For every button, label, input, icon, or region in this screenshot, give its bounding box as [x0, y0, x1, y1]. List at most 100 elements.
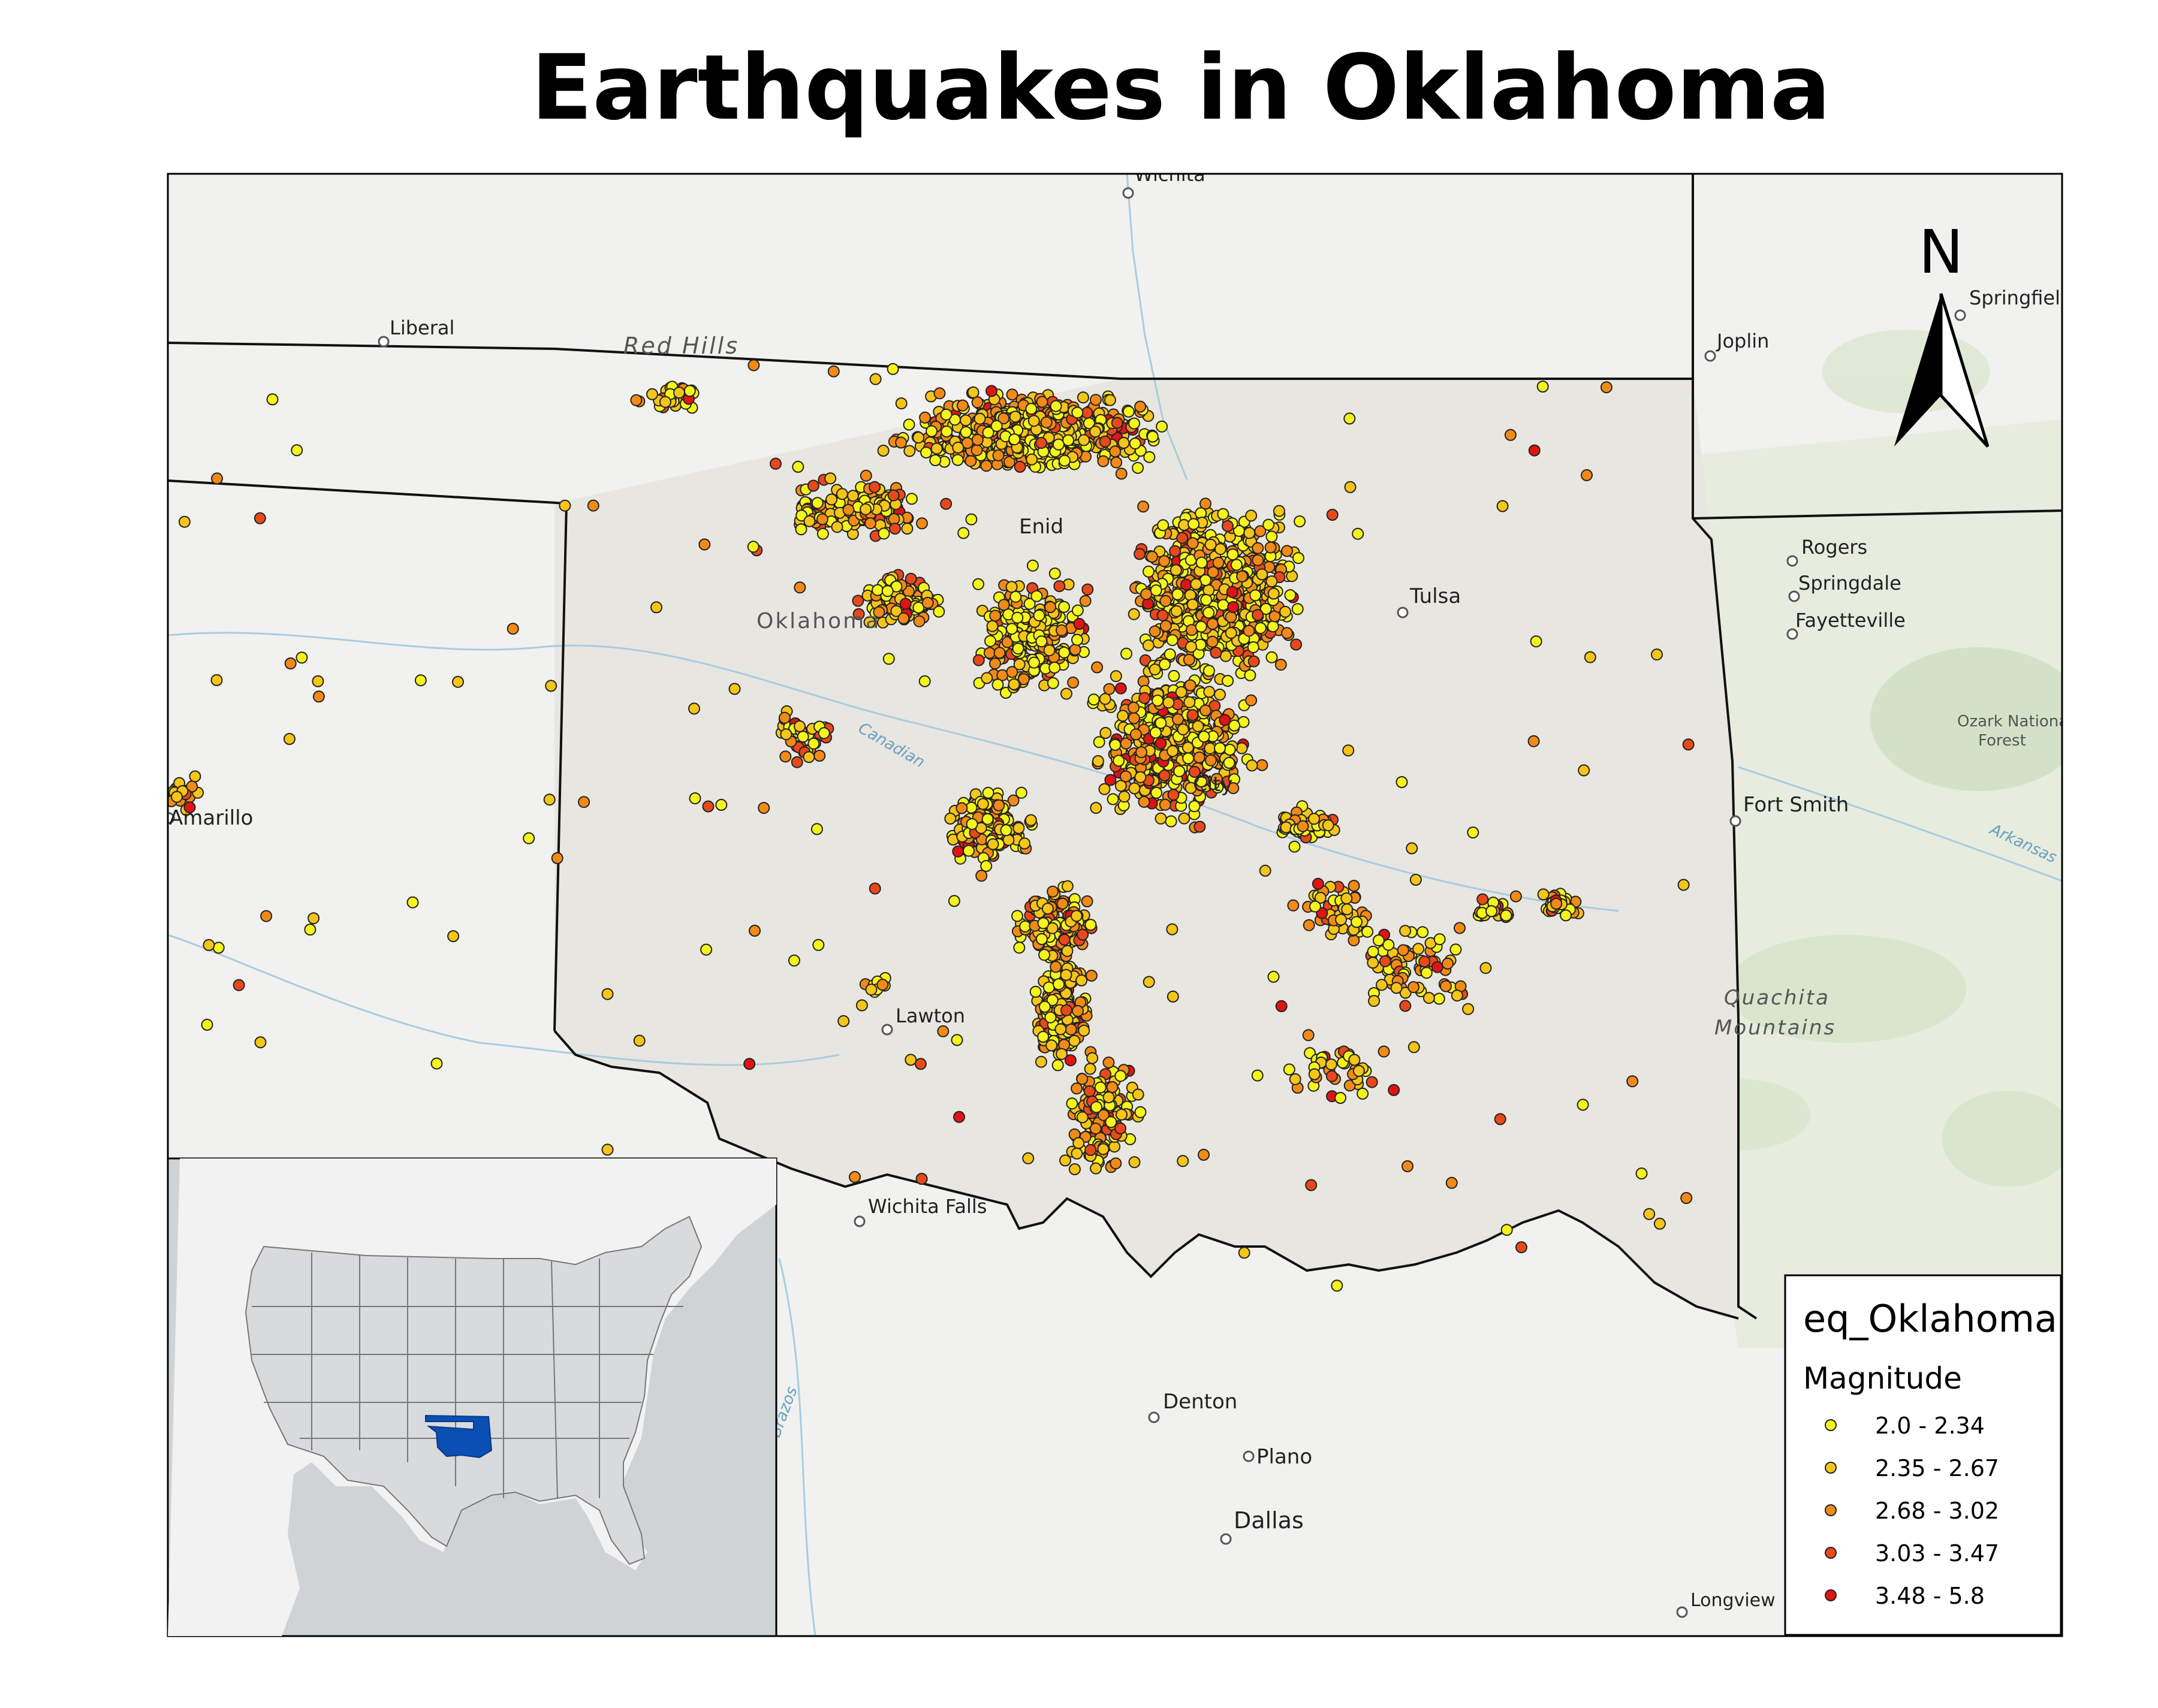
- earthquake-point: [1222, 520, 1234, 532]
- earthquake-point: [254, 512, 266, 524]
- earthquake-point: [842, 503, 855, 516]
- earthquake-point: [860, 469, 872, 482]
- earthquake-point: [930, 442, 943, 455]
- earthquake-point: [1008, 678, 1020, 690]
- earthquake-point: [869, 481, 881, 493]
- earthquake-point: [1550, 898, 1563, 910]
- earthquake-point: [953, 1110, 965, 1123]
- earthquake-point: [1210, 647, 1222, 659]
- earthquake-point: [1053, 580, 1066, 593]
- earthquake-point: [1043, 644, 1056, 657]
- map-figure: Wichita Liberal Red Hills Joplin Springf…: [167, 173, 2072, 1637]
- earthquake-point: [1168, 669, 1180, 682]
- earthquake-point: [1530, 635, 1542, 648]
- earthquake-point: [1098, 783, 1111, 795]
- earthquake-point: [869, 373, 882, 385]
- earthquake-point: [1677, 879, 1690, 891]
- earthquake-point: [210, 674, 223, 686]
- earthquake-point: [1172, 713, 1184, 726]
- earthquake-point: [976, 798, 989, 810]
- earthquake-point: [1245, 694, 1258, 707]
- earthquake-point: [1175, 686, 1187, 698]
- earthquake-point: [1476, 893, 1489, 906]
- earthquake-point: [1113, 755, 1125, 767]
- earthquake-point: [1129, 728, 1142, 741]
- earthquake-point: [1103, 683, 1116, 695]
- earthquake-point: [1183, 696, 1196, 708]
- earthquake-point: [960, 414, 972, 427]
- earthquake-point: [918, 675, 931, 687]
- earthquake-point: [952, 845, 965, 858]
- earthquake-point: [921, 596, 934, 609]
- earthquake-point: [1682, 738, 1695, 751]
- earthquake-point: [1402, 1160, 1413, 1172]
- earthquake-point: [1202, 606, 1215, 619]
- earthquake-point: [1114, 682, 1127, 695]
- earthquake-point: [1399, 925, 1412, 937]
- earthquake-point: [1223, 744, 1236, 756]
- earthquake-point: [1348, 1054, 1361, 1066]
- earthquake-point: [1035, 1055, 1047, 1068]
- earthquake-point: [1149, 663, 1161, 676]
- earthquake-point: [1204, 742, 1216, 755]
- label-liberal: Liberal: [390, 316, 454, 339]
- earthquake-point: [1035, 933, 1048, 945]
- earthquake-point: [882, 653, 895, 665]
- earthquake-point: [956, 802, 968, 814]
- earthquake-point: [1012, 822, 1025, 834]
- earthquake-point: [1078, 434, 1090, 446]
- earthquake-point: [905, 1054, 917, 1066]
- earthquake-point: [1059, 454, 1071, 467]
- earthquake-point: [1044, 601, 1057, 613]
- earthquake-point: [827, 365, 840, 378]
- earthquake-point: [981, 813, 994, 825]
- earthquake-point: [897, 612, 910, 624]
- earthquake-point: [312, 690, 325, 703]
- earthquake-point: [1537, 888, 1550, 901]
- earthquake-point: [1326, 509, 1339, 521]
- earthquake-point: [1351, 916, 1363, 928]
- label-red-hills: Red Hills: [623, 333, 739, 359]
- earthquake-point: [1071, 604, 1084, 617]
- label-longview: Longview: [1690, 1590, 1776, 1611]
- earthquake-point: [1058, 934, 1071, 946]
- earthquake-point: [587, 499, 599, 512]
- earthquake-point: [1274, 659, 1287, 671]
- earthquake-point: [1097, 1143, 1110, 1155]
- earthquake-point: [1071, 633, 1083, 646]
- earthquake-point: [1171, 588, 1184, 600]
- earthquake-point: [1219, 650, 1232, 662]
- earthquake-point: [1275, 1000, 1288, 1012]
- earthquake-point: [1214, 689, 1226, 701]
- label-springfield: Springfield: [1969, 286, 2072, 309]
- earthquake-point: [689, 792, 701, 805]
- earthquake-point: [1267, 587, 1280, 600]
- earthquake-point: [1653, 1217, 1666, 1230]
- earthquake-point: [1138, 692, 1151, 704]
- earthquake-point: [1120, 647, 1132, 660]
- earthquake-point: [1036, 396, 1048, 408]
- earthquake-point: [1226, 548, 1239, 561]
- earthquake-point: [1223, 756, 1235, 769]
- earthquake-point: [1262, 518, 1275, 531]
- earthquake-point: [1013, 941, 1026, 954]
- earthquake-point: [507, 623, 519, 635]
- earthquake-point: [797, 731, 809, 743]
- earthquake-point: [1090, 1162, 1102, 1175]
- earthquake-point: [715, 799, 728, 811]
- earthquake-point: [1030, 590, 1043, 602]
- earthquake-point: [1128, 701, 1140, 714]
- earthquake-point: [1085, 970, 1098, 982]
- earthquake-point: [1193, 820, 1206, 833]
- earthquake-point: [1283, 1063, 1295, 1076]
- label-oklahoma: Oklahoma: [756, 609, 881, 633]
- earthquake-point: [1024, 814, 1037, 826]
- earthquake-point: [1114, 1070, 1127, 1082]
- earthquake-point: [291, 444, 303, 457]
- earthquake-point: [1026, 559, 1039, 572]
- earthquake-point: [702, 800, 715, 813]
- earthquake-point: [452, 675, 464, 688]
- earthquake-point: [1027, 415, 1040, 427]
- earthquake-point: [1015, 786, 1027, 799]
- earthquake-point: [937, 1025, 950, 1037]
